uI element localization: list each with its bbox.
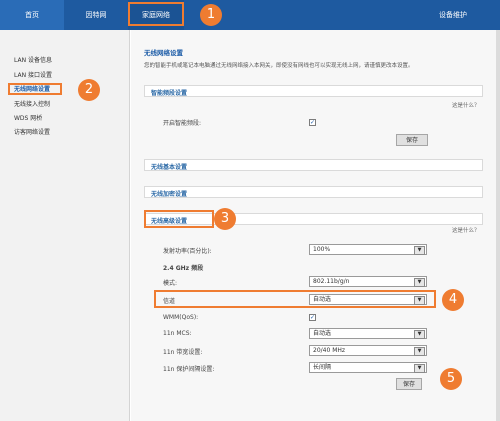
panel-wireless-basic[interactable]: 无线基本设置 — [144, 159, 483, 171]
mcs-value: 自动选 — [313, 330, 332, 337]
guard-interval-value: 长间隔 — [313, 364, 332, 371]
wmm-checkbox[interactable]: ✓ — [309, 314, 316, 321]
bandwidth-select[interactable]: 20/40 MHz ▼ — [309, 345, 427, 356]
chevron-down-icon: ▼ — [414, 330, 425, 339]
step-badge-4: 4 — [442, 289, 464, 311]
tx-power-label: 发射功率(百分比): — [163, 248, 212, 255]
sidebar-item-wds-bridge[interactable]: WDS 网桥 — [14, 114, 42, 123]
highlight-box-tab — [128, 2, 184, 26]
wmm-label: WMM(QoS): — [163, 314, 199, 321]
tx-power-select[interactable]: 100% ▼ — [309, 244, 427, 255]
sidebar-item-lan-interface[interactable]: LAN 接口设置 — [14, 71, 52, 80]
bandwidth-label: 11n 带宽设置: — [163, 349, 203, 356]
tab-home[interactable]: 首页 — [0, 0, 64, 30]
step-badge-3: 3 — [214, 208, 236, 230]
tab-device-maintenance[interactable]: 设备维护 — [410, 0, 496, 30]
highlight-box-sidebar — [8, 83, 62, 95]
smart-band-label: 开启智能频段: — [163, 120, 202, 127]
save-button-advanced[interactable]: 保存 — [396, 378, 422, 390]
mode-select[interactable]: 802.11b/g/n ▼ — [309, 276, 427, 287]
highlight-box-channel — [154, 290, 436, 308]
panel-wireless-basic-title: 无线基本设置 — [151, 164, 188, 171]
chevron-down-icon: ▼ — [414, 278, 425, 287]
chevron-down-icon: ▼ — [414, 347, 425, 356]
sidebar-item-guest-network[interactable]: 访客网络设置 — [14, 128, 50, 137]
sidebar-item-lan-device-info[interactable]: LAN 设备信息 — [14, 56, 52, 65]
tx-power-value: 100% — [313, 246, 331, 253]
guard-interval-select[interactable]: 长间隔 ▼ — [309, 362, 427, 373]
step-badge-5: 5 — [440, 368, 462, 390]
bandwidth-value: 20/40 MHz — [313, 347, 346, 354]
mode-label: 模式: — [163, 280, 178, 287]
mode-value: 802.11b/g/n — [313, 278, 350, 285]
tab-internet[interactable]: 因特网 — [64, 0, 128, 30]
band-heading: 2.4 GHz 频段 — [163, 265, 204, 272]
panel-smart-band[interactable]: 智能频段设置 — [144, 85, 483, 97]
page-description: 您的智能手机或笔记本电脑通过无线网络接入本网关，即使没有网线也可以实现无线上网，… — [144, 63, 414, 69]
panel-wireless-encryption-title: 无线加密设置 — [151, 191, 188, 198]
save-button[interactable]: 保存 — [396, 134, 428, 146]
step-badge-2: 2 — [78, 79, 100, 101]
chevron-down-icon: ▼ — [414, 364, 425, 373]
smart-band-checkbox[interactable]: ✓ — [309, 119, 316, 126]
page-title: 无线网络设置 — [144, 49, 183, 57]
mcs-label: 11n MCS: — [163, 330, 192, 337]
scrollbar[interactable] — [496, 30, 500, 421]
highlight-box-advanced — [144, 210, 214, 228]
step-badge-1: 1 — [200, 4, 222, 26]
panel-wireless-encryption[interactable]: 无线加密设置 — [144, 186, 483, 198]
help-link-advanced[interactable]: 这是什么？ — [452, 226, 480, 234]
help-link[interactable]: 这是什么？ — [452, 101, 480, 109]
panel-smart-band-title: 智能频段设置 — [151, 90, 188, 97]
sidebar-item-wireless-access-control[interactable]: 无线接入控制 — [14, 100, 50, 109]
chevron-down-icon: ▼ — [414, 246, 425, 255]
mcs-select[interactable]: 自动选 ▼ — [309, 328, 427, 339]
guard-interval-label: 11n 保护间隔设置: — [163, 366, 215, 373]
